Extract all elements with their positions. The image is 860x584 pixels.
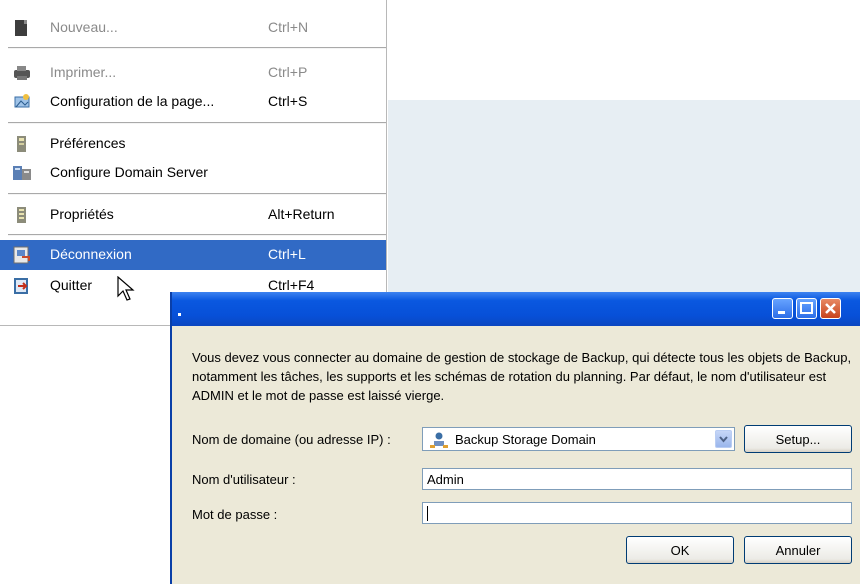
close-icon xyxy=(825,303,836,314)
menu-item-label: Déconnexion xyxy=(50,246,132,262)
preferences-icon xyxy=(12,135,32,153)
printer-icon xyxy=(12,64,32,82)
menu-separator xyxy=(8,122,386,124)
menu-item-label: Configuration de la page... xyxy=(50,93,215,109)
setup-button[interactable]: Setup... xyxy=(744,425,852,453)
logout-icon xyxy=(12,246,32,264)
menu-item-configure-domain-server[interactable]: Configure Domain Server xyxy=(0,158,386,188)
menu-item-shortcut: Alt+Return xyxy=(268,206,335,222)
new-document-icon xyxy=(12,19,32,37)
menu-item-label: Quitter xyxy=(50,277,93,293)
menu-separator xyxy=(8,234,386,236)
file-menu: Nouveau... Ctrl+N Imprimer... Ctrl+P Con… xyxy=(0,0,387,326)
menu-item-properties[interactable]: Propriétés Alt+Return xyxy=(0,200,386,230)
dialog-message: Vous devez vous connecter au domaine de … xyxy=(192,350,852,403)
menu-item-logout[interactable]: Déconnexion Ctrl+L xyxy=(0,240,386,270)
menu-item-label: Propriétés xyxy=(50,206,114,222)
password-label: Mot de passe : xyxy=(192,507,278,522)
title-icon xyxy=(178,313,181,316)
menu-item-preferences[interactable]: Préférences xyxy=(0,129,386,159)
minimize-button[interactable] xyxy=(772,298,793,319)
mouse-pointer-icon xyxy=(117,275,137,305)
ok-button[interactable]: OK xyxy=(626,536,734,564)
menu-item-label: Imprimer... xyxy=(50,64,117,80)
domain-label: Nom de domaine (ou adresse IP) : xyxy=(192,432,391,447)
maximize-button[interactable] xyxy=(796,298,817,319)
username-label: Nom d'utilisateur : xyxy=(192,472,296,487)
login-dialog: Vous devez vous connecter au domaine de … xyxy=(170,292,860,584)
username-value: Admin xyxy=(427,472,464,487)
menu-item-shortcut: Ctrl+S xyxy=(268,93,308,109)
menu-item-page-setup[interactable]: Configuration de la page... Ctrl+S xyxy=(0,87,386,117)
menu-item-shortcut: Ctrl+F4 xyxy=(268,277,315,293)
menu-item-label: Nouveau... xyxy=(50,19,118,35)
domain-value: Backup Storage Domain xyxy=(455,432,596,447)
menu-item-shortcut: Ctrl+N xyxy=(268,19,309,35)
text-caret xyxy=(427,506,428,521)
background-panel xyxy=(388,100,860,300)
password-field[interactable] xyxy=(422,502,852,524)
menu-item-shortcut: Ctrl+L xyxy=(268,246,306,262)
dialog-titlebar[interactable] xyxy=(172,292,860,326)
menu-item-label: Configure Domain Server xyxy=(50,164,208,180)
menu-item-shortcut: Ctrl+P xyxy=(268,64,308,80)
menu-item-print[interactable]: Imprimer... Ctrl+P xyxy=(0,58,386,88)
close-button[interactable] xyxy=(820,298,841,319)
dropdown-arrow[interactable] xyxy=(715,430,732,448)
domain-combobox[interactable]: Backup Storage Domain xyxy=(422,427,735,451)
menu-item-new[interactable]: Nouveau... Ctrl+N xyxy=(0,13,386,43)
properties-icon xyxy=(12,206,32,224)
cancel-button[interactable]: Annuler xyxy=(744,536,852,564)
domain-icon xyxy=(429,431,449,452)
page-setup-icon xyxy=(12,93,32,111)
menu-item-label: Préférences xyxy=(50,135,126,151)
menu-separator xyxy=(8,193,386,195)
exit-icon xyxy=(12,277,32,295)
chevron-down-icon xyxy=(719,436,728,443)
username-field[interactable]: Admin xyxy=(422,468,852,490)
minimize-icon xyxy=(778,311,785,314)
domain-server-icon xyxy=(12,164,32,182)
menu-separator xyxy=(8,47,386,49)
maximize-icon xyxy=(800,302,813,314)
